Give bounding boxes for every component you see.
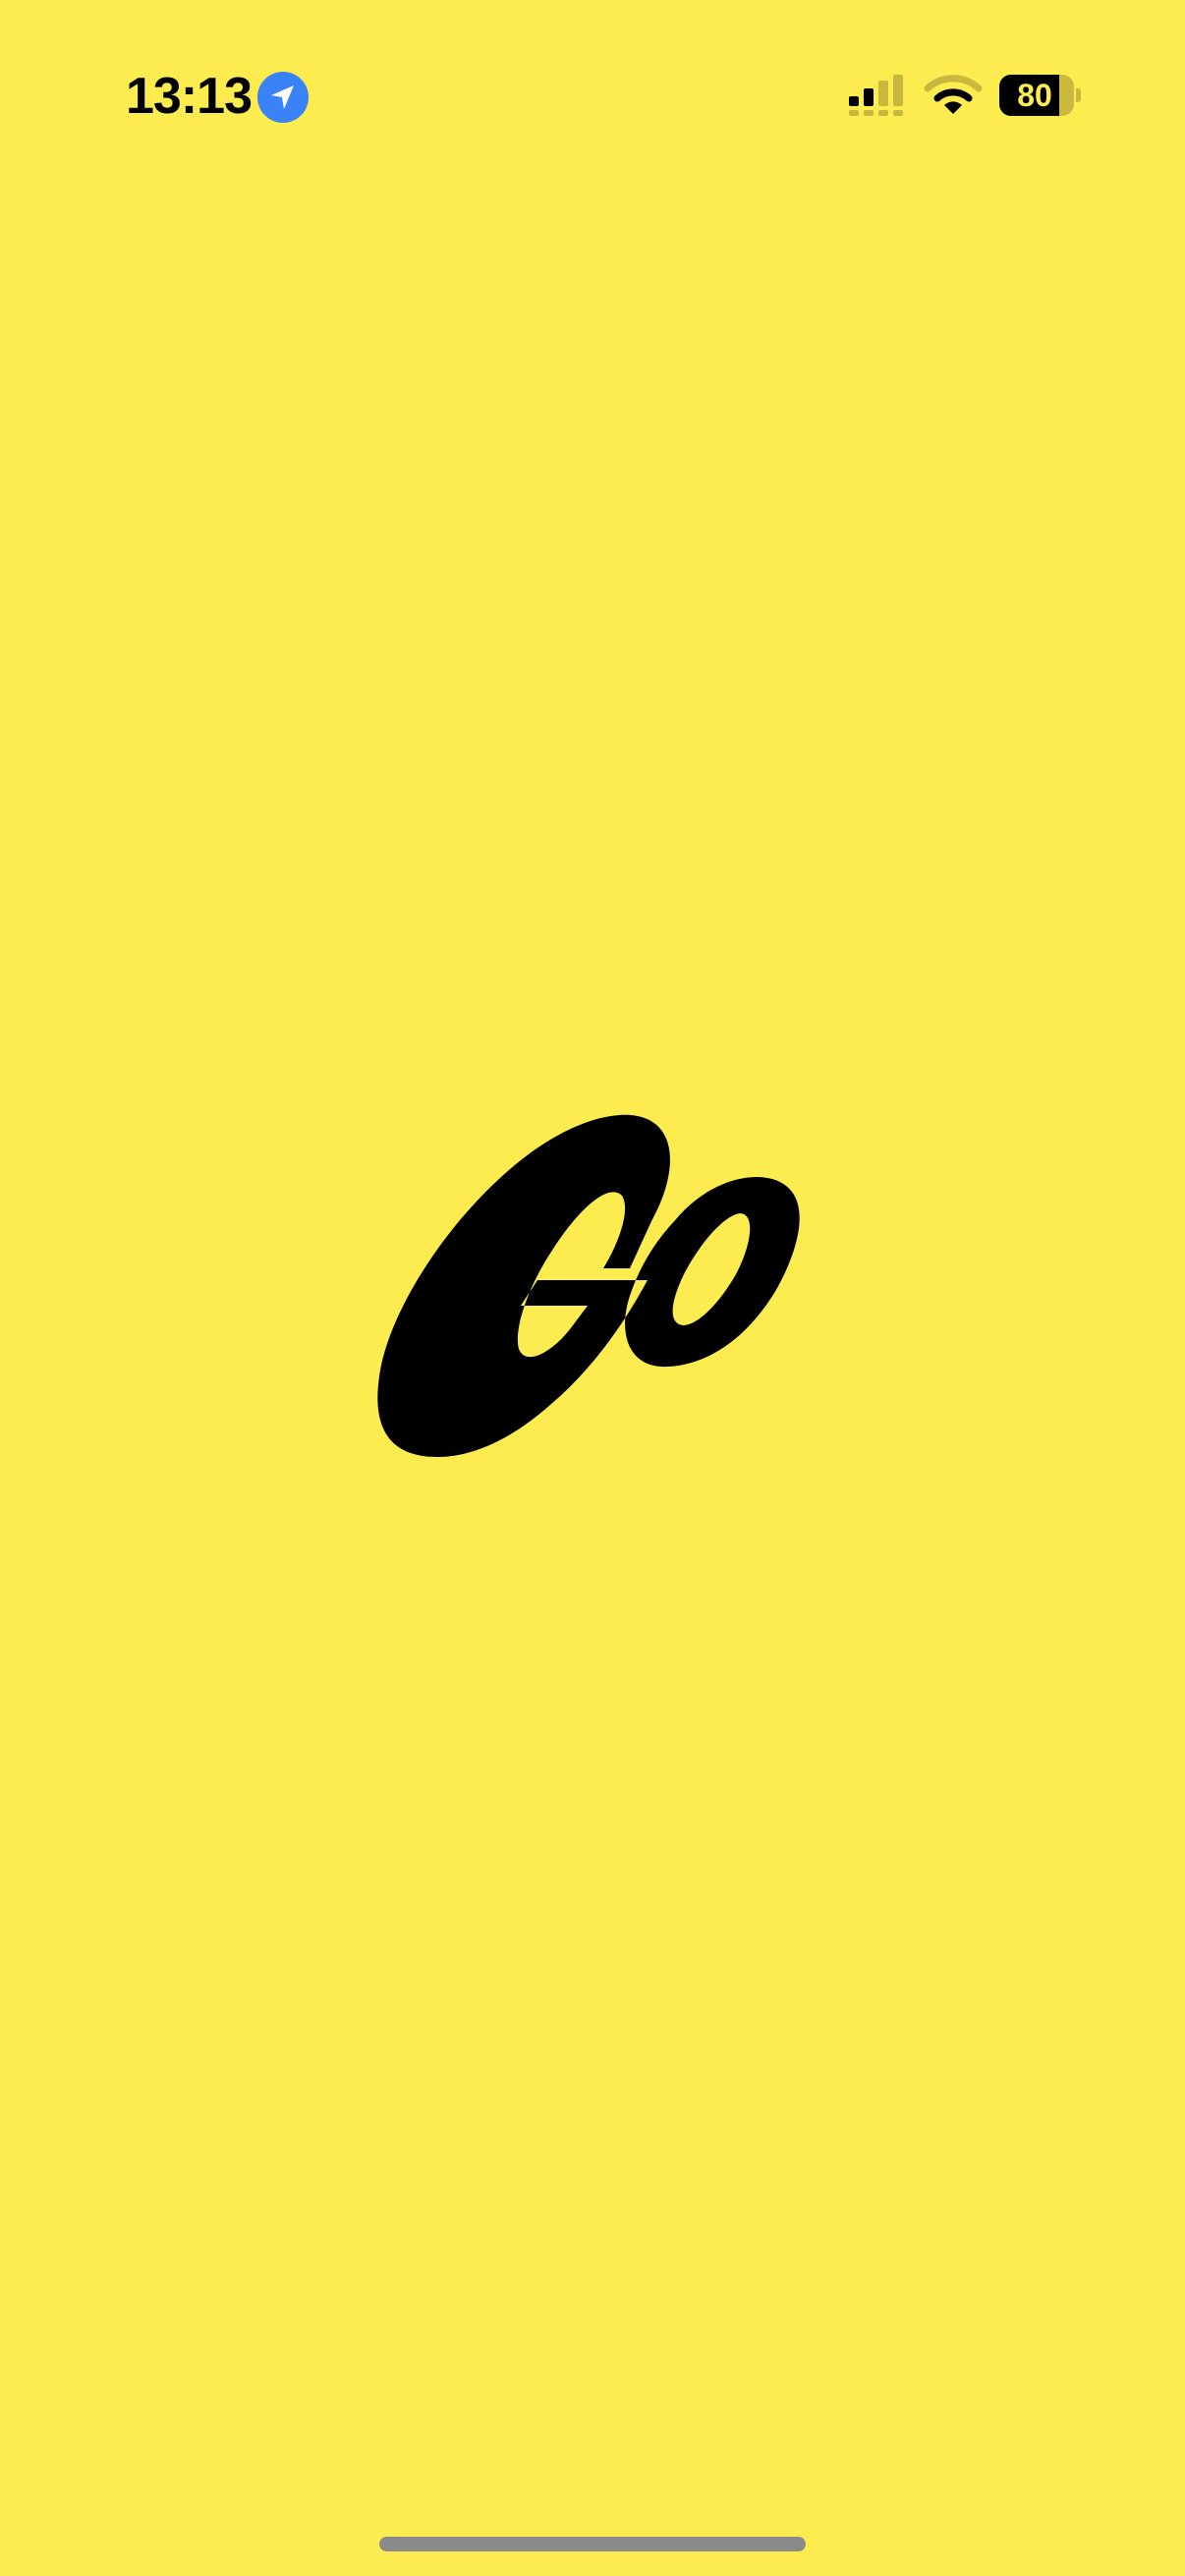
battery-body: 80	[999, 75, 1074, 116]
status-bar: 13:13 80	[0, 0, 1185, 196]
battery-indicator: 80	[999, 75, 1081, 118]
location-arrow-icon	[257, 72, 309, 123]
wifi-icon	[924, 75, 983, 118]
status-time: 13:13	[126, 68, 253, 125]
cellular-signal-icon	[847, 75, 908, 118]
battery-level-label: 80	[1017, 78, 1052, 113]
go-logo-icon	[376, 1113, 809, 1463]
battery-cap	[1076, 88, 1081, 102]
home-indicator[interactable]	[379, 2537, 806, 2551]
splash-screen: 13:13 80	[0, 0, 1185, 2576]
